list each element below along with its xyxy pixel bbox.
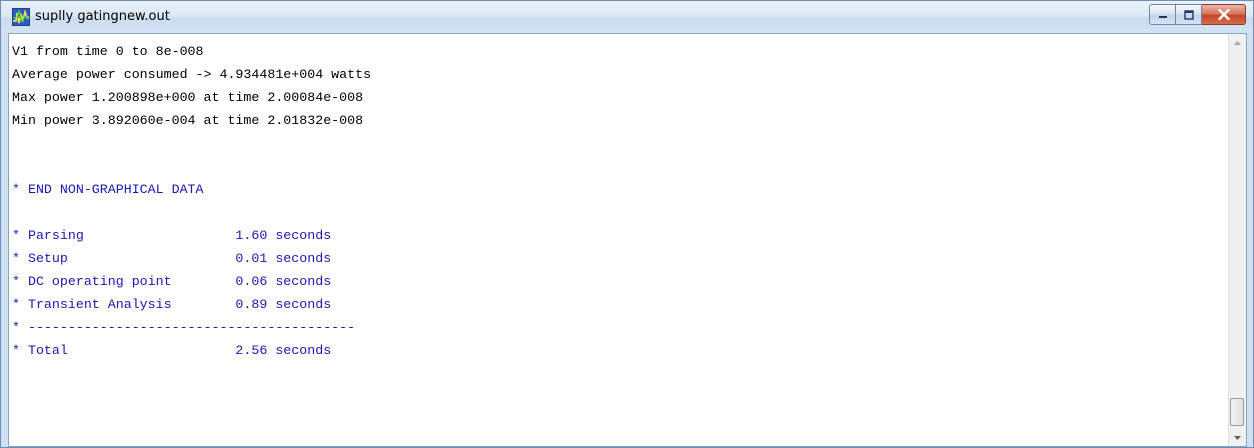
close-button[interactable] bbox=[1202, 4, 1246, 25]
title-bar[interactable]: suplly gatingnew.out bbox=[1, 1, 1253, 33]
output-line: * Transient Analysis 0.89 seconds bbox=[12, 297, 332, 312]
output-line: Average power consumed -> 4.934481e+004 … bbox=[12, 67, 372, 82]
scroll-up-arrow-icon bbox=[1234, 40, 1241, 45]
output-window: suplly gatingnew.out V1 from time 0 to 8… bbox=[0, 0, 1254, 448]
maximize-button[interactable] bbox=[1176, 4, 1202, 25]
output-line: Min power 3.892060e-004 at time 2.01832e… bbox=[12, 113, 364, 128]
output-line: * DC operating point 0.06 seconds bbox=[12, 274, 332, 289]
vertical-scrollbar[interactable] bbox=[1228, 34, 1246, 446]
spice-waveform-icon[interactable] bbox=[12, 8, 30, 26]
minimize-icon bbox=[1158, 15, 1167, 18]
output-line: * Total 2.56 seconds bbox=[12, 343, 332, 358]
window-title: suplly gatingnew.out bbox=[35, 9, 170, 24]
output-text-content[interactable]: V1 from time 0 to 8e-008 Average power co… bbox=[9, 34, 1231, 446]
caption-buttons bbox=[1149, 4, 1246, 26]
scroll-down-arrow-icon bbox=[1234, 435, 1241, 440]
close-icon bbox=[1217, 9, 1230, 20]
scrollbar-thumb[interactable] bbox=[1230, 398, 1244, 426]
output-line: * Setup 0.01 seconds bbox=[12, 251, 332, 266]
output-line: * END NON-GRAPHICAL DATA bbox=[12, 182, 204, 197]
output-line: V1 from time 0 to 8e-008 bbox=[12, 44, 204, 59]
output-text-view[interactable]: V1 from time 0 to 8e-008 Average power co… bbox=[8, 33, 1247, 447]
output-line: * --------------------------------------… bbox=[12, 320, 356, 335]
scroll-down-button[interactable] bbox=[1229, 429, 1246, 446]
output-line: Max power 1.200898e+000 at time 2.00084e… bbox=[12, 90, 364, 105]
minimize-button[interactable] bbox=[1149, 4, 1176, 25]
output-line: * Parsing 1.60 seconds bbox=[12, 228, 332, 243]
scroll-up-button[interactable] bbox=[1229, 34, 1246, 51]
maximize-icon bbox=[1183, 9, 1194, 20]
